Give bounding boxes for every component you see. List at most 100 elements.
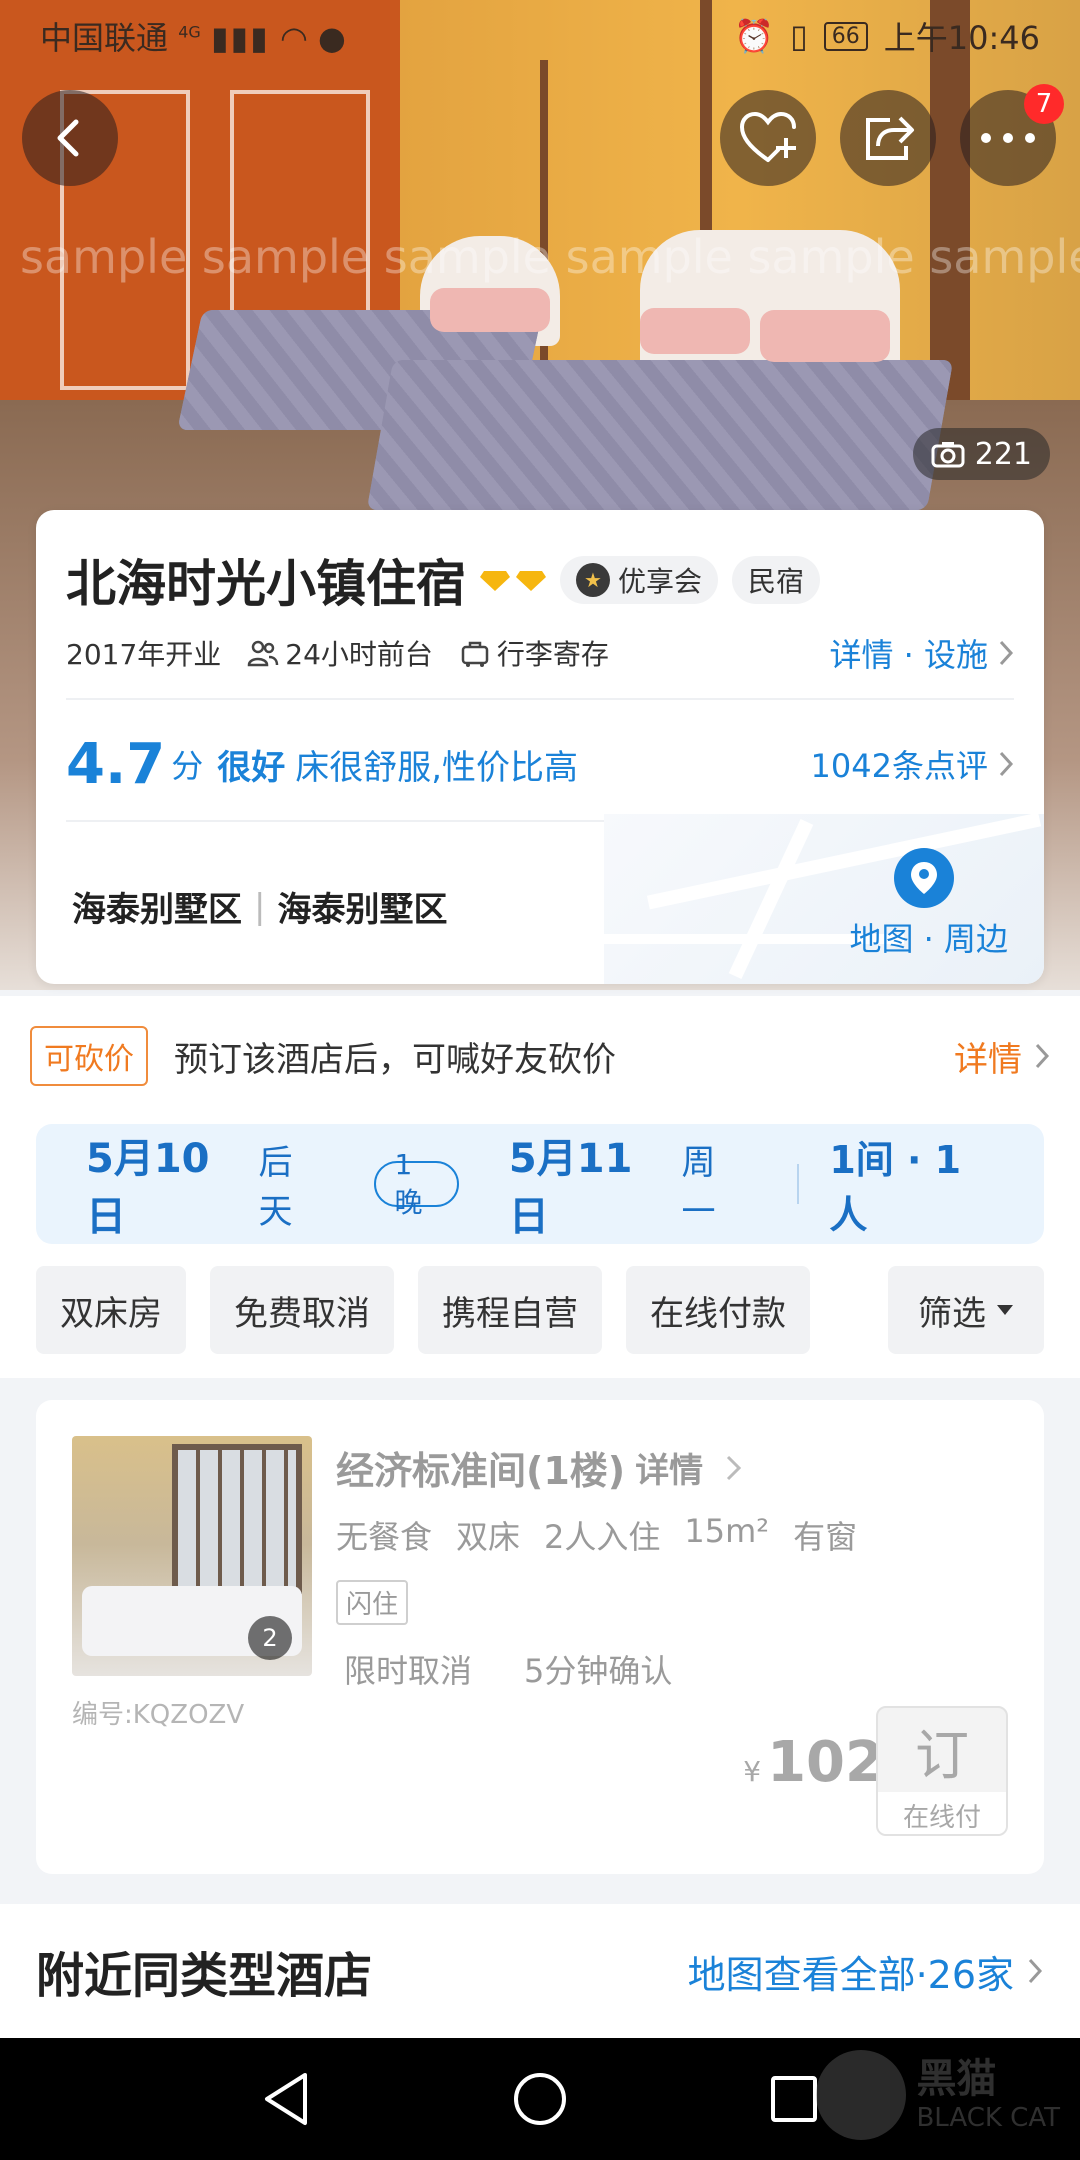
more-dots-icon [981,133,1035,143]
price-amount: 102 [767,1730,884,1795]
book-button[interactable]: 订 在线付 [876,1706,1008,1836]
spec-bed: 双床 [456,1518,521,1556]
hotel-name: 北海时光小镇住宿 [66,555,466,613]
hotel-info-card: 北海时光小镇住宿 ★ 优享会 民宿 2017年开业 24小时前台 行李寄存 详情… [36,510,1044,984]
rating-unit: 分 [171,747,204,785]
sample-watermark: sample sample sample sample sample sampl… [20,230,1080,284]
policy-confirm: 5分钟确认 [524,1652,673,1690]
facts-row: 2017年开业 24小时前台 行李寄存 详情 · 设施 [66,630,1014,676]
chevron-right-icon [727,1455,742,1480]
pillow [640,308,750,354]
date-selector[interactable]: 5月10日 后天 1晚 5月11日 周一 1间 · 1人 [36,1124,1044,1244]
checkin-date: 5月10日 [86,1136,210,1240]
wifi-icon: ◠ [279,19,308,57]
book-label: 订 [915,1723,969,1787]
fact-front-desk: 24小时前台 [247,633,433,673]
nearby-map-link[interactable]: 地图查看全部·26家 [688,1944,1044,1999]
divider [66,698,1014,700]
caret-down-icon [997,1305,1013,1315]
flash-stay-tag: 闪住 [336,1580,409,1625]
nav-home-icon[interactable] [512,2071,568,2127]
blackcat-watermark: 黑猫 BLACK CAT [816,2050,1060,2140]
share-button[interactable] [840,90,936,186]
photo-count-button[interactable]: 221 [912,428,1050,480]
photo-count-label: 221 [974,436,1032,472]
nav-back-icon[interactable] [261,2071,311,2127]
bargain-details-label: 详情 [954,1039,1022,1080]
bargain-text: 预订该酒店后，可喊好友砍价 [174,1039,616,1080]
filter-button[interactable]: 筛选 [888,1266,1044,1354]
bed [366,360,954,510]
room-price: ¥ 102 [743,1730,884,1795]
price-currency: ¥ [743,1755,762,1788]
fact-luggage: 行李寄存 [459,633,609,673]
location-pin-icon [911,862,937,894]
network-label: 4G [178,22,201,42]
share-icon [866,116,914,160]
status-right: ⏰ ▯ 66 上午10:46 [734,13,1040,59]
filter-chip-online-pay[interactable]: 在线付款 [626,1266,810,1354]
more-button[interactable]: 7 [960,84,1064,186]
details-facilities-link[interactable]: 详情 · 设施 [829,630,1014,676]
opened-year: 2017年开业 [66,638,222,671]
filter-chip-twin[interactable]: 双床房 [36,1266,186,1354]
hotel-title-row: 北海时光小镇住宿 ★ 优享会 民宿 [66,544,821,616]
luggage-label: 行李寄存 [496,638,609,671]
nights-pill: 1晚 [374,1148,459,1219]
pay-online-label: 在线付 [878,1792,1006,1834]
room-card[interactable]: 2 编号:KQZOZV 经济标准间(1楼) 详情 无餐食 双床 2人入住 15m… [36,1400,1044,1874]
chevron-right-icon [1028,1958,1043,1984]
map-road [728,819,814,979]
favorite-button[interactable] [720,90,816,186]
nav-recents-icon[interactable] [769,2074,819,2124]
review-count-link[interactable]: 1042条点评 [811,741,1014,787]
filter-chips: 双床房 免费取消 携程自营 在线付款 [36,1266,810,1354]
blackcat-subtitle: BLACK CAT [916,2103,1060,2134]
filter-chip-free-cancel[interactable]: 免费取消 [210,1266,394,1354]
bargain-tag: 可砍价 [30,1026,148,1086]
rating-word: 很好 [217,747,286,788]
room-policies: 限时取消 5分钟确认 [344,1646,672,1692]
area-name-1: 海泰别墅区 [72,890,242,930]
rating-row[interactable]: 4.7 分 很好 床很舒服,性价比高 1042条点评 [66,716,1014,812]
booking-section: 5月10日 后天 1晚 5月11日 周一 1间 · 1人 双床房 免费取消 携程… [0,1116,1080,1378]
pillow [760,310,890,362]
camera-icon [931,442,965,468]
filter-label: 筛选 [918,1293,986,1334]
chevron-right-icon [999,751,1014,777]
signal-icon: ▮▮▮ [210,19,270,57]
luggage-icon [461,641,489,667]
date-divider [797,1164,800,1204]
people-icon [248,640,279,667]
nearby-map-label: 地图查看全部·26家 [687,1952,1014,1997]
type-tag: 民宿 [732,556,821,604]
spec-window: 有窗 [793,1518,858,1556]
vibrate-icon: ▯ [790,17,808,55]
diamond-icon [516,571,546,591]
carrier-label: 中国联通 [40,19,169,57]
clock-label: 上午10:46 [883,19,1040,57]
checkin-day: 后天 [258,1143,293,1232]
bargain-row[interactable]: 可砍价 预订该酒店后，可喊好友砍价 详情 [0,996,1080,1116]
map-nearby-link[interactable]: 地图 · 周边 [849,914,1008,960]
checkout-day: 周一 [681,1143,716,1232]
rooms-guests[interactable]: 1间 · 1人 [829,1129,994,1239]
map-road [646,814,1042,910]
room-name-row[interactable]: 经济标准间(1楼) 详情 [336,1440,745,1495]
policy-cancel: 限时取消 [344,1652,473,1690]
spec-occupancy: 2人入住 [544,1518,661,1556]
back-button[interactable] [22,90,118,186]
area-separator: | [254,886,266,927]
details-facilities-label: 详情 · 设施 [829,636,988,674]
room-specs: 无餐食 双床 2人入住 15m² 有窗 [336,1512,857,1558]
vip-tag[interactable]: ★ 优享会 [560,556,719,604]
notification-badge: 7 [1024,84,1064,124]
nearby-hotels-header: 附近同类型酒店 地图查看全部·26家 [0,1904,1080,2038]
diamond-icon [480,571,510,591]
area-name-2: 海泰别墅区 [277,890,448,930]
bargain-details-link[interactable]: 详情 [954,1032,1050,1081]
heart-plus-icon [739,111,796,162]
filter-chip-ctrip-run[interactable]: 携程自营 [418,1266,602,1354]
map-pin-icon[interactable] [894,848,954,908]
review-count-label: 1042条点评 [810,747,988,785]
